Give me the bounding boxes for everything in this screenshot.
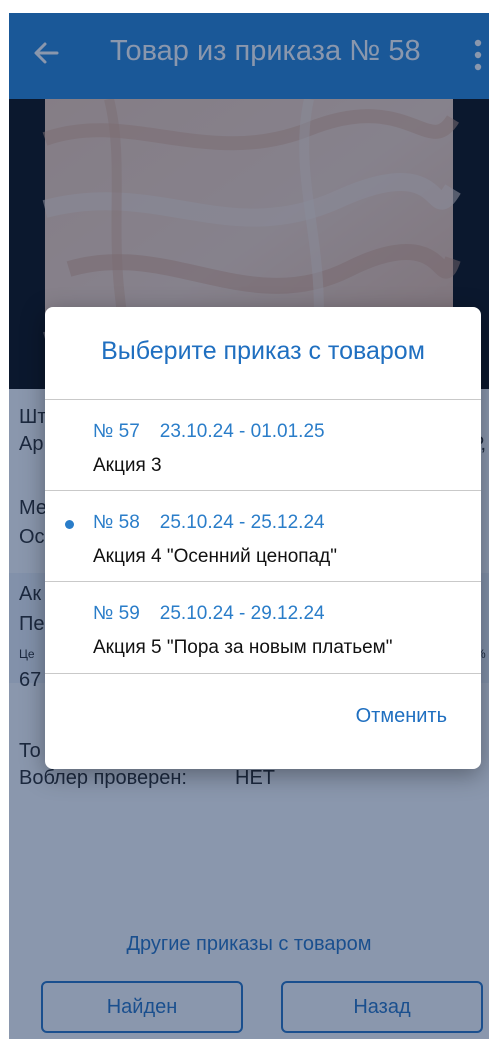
order-select-dialog: Выберите приказ с товаром № 57 23.10.24 -… (45, 307, 481, 769)
order-number: № 58 (93, 512, 140, 533)
order-name: Акция 3 (93, 455, 162, 476)
order-item-58[interactable]: № 58 25.10.24 - 25.12.24 Акция 4 "Осенний… (45, 490, 481, 578)
cancel-button[interactable]: Отменить (356, 705, 447, 728)
order-name: Акция 4 "Осенний ценопад" (93, 546, 337, 567)
order-header: № 58 25.10.24 - 25.12.24 (93, 512, 325, 534)
order-dates: 25.10.24 - 29.12.24 (159, 603, 325, 624)
divider (45, 673, 481, 674)
order-name: Акция 5 "Пора за новым платьем" (93, 637, 393, 658)
order-dates: 23.10.24 - 01.01.25 (159, 421, 325, 442)
order-number: № 57 (93, 421, 140, 442)
order-dates: 25.10.24 - 25.12.24 (159, 512, 325, 533)
order-header: № 59 25.10.24 - 29.12.24 (93, 603, 325, 625)
order-number: № 59 (93, 603, 140, 624)
selected-dot-icon (65, 520, 74, 529)
order-item-59[interactable]: № 59 25.10.24 - 29.12.24 Акция 5 "Пора за… (45, 581, 481, 669)
order-header: № 57 23.10.24 - 01.01.25 (93, 421, 325, 443)
dialog-title: Выберите приказ с товаром (101, 337, 425, 365)
order-item-57[interactable]: № 57 23.10.24 - 01.01.25 Акция 3 (45, 399, 481, 487)
screen: Товар из приказа № 58 (9, 13, 489, 1039)
